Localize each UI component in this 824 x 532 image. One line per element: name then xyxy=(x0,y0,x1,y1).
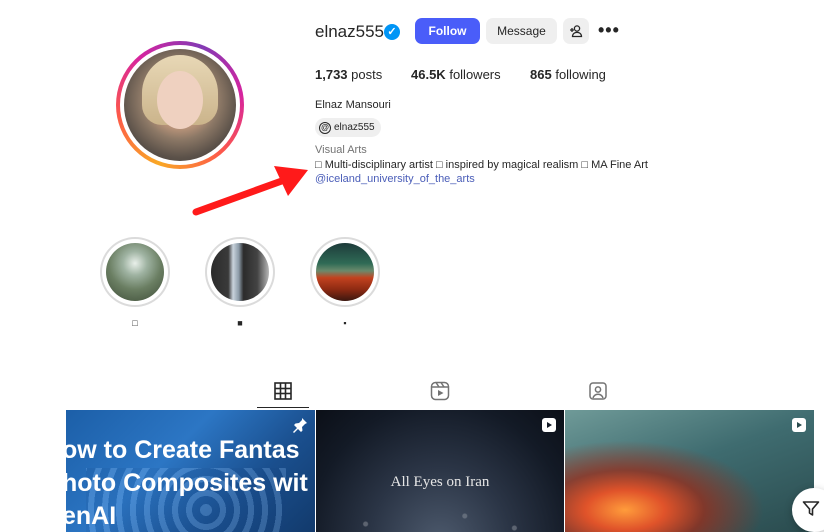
filter-icon xyxy=(802,501,820,516)
following-stat[interactable]: 865 following xyxy=(530,67,606,82)
reels-icon xyxy=(430,381,450,401)
highlight-border xyxy=(207,239,273,305)
avatar-face xyxy=(157,71,203,129)
suggest-users-button[interactable] xyxy=(563,18,589,44)
post-artwork xyxy=(565,440,765,532)
highlight-cover xyxy=(211,243,269,301)
posts-stat: 1,733 posts xyxy=(315,67,382,82)
bio-link[interactable]: @iceland_university_of_the_arts xyxy=(315,173,475,185)
profile-username: elnaz555 xyxy=(315,22,385,41)
profile-category: Visual Arts xyxy=(315,144,367,156)
reel-icon xyxy=(792,418,806,432)
post-artwork xyxy=(316,492,564,532)
story-highlight[interactable] xyxy=(205,237,275,307)
tab-tagged[interactable] xyxy=(586,380,610,402)
active-tab-indicator xyxy=(257,407,309,408)
follow-button[interactable]: Follow xyxy=(415,18,480,44)
followers-label: followers xyxy=(449,67,501,82)
tab-reels[interactable] xyxy=(428,380,452,402)
highlight-cover xyxy=(106,243,164,301)
followers-stat[interactable]: 46.5K followers xyxy=(411,67,501,82)
post-tile[interactable]: ow to Create Fantas hoto Composites wit … xyxy=(66,410,315,532)
tagged-icon xyxy=(589,382,607,400)
threads-handle: elnaz555 xyxy=(334,122,375,133)
post-tile[interactable]: All Eyes on Iran xyxy=(316,410,564,532)
grid-icon xyxy=(274,382,292,400)
post-tile[interactable] xyxy=(565,410,814,532)
following-label: following xyxy=(555,67,606,82)
pin-icon xyxy=(293,418,307,433)
profile-full-name: Elnaz Mansouri xyxy=(315,99,391,111)
posts-count: 1,733 xyxy=(315,67,348,82)
tab-posts[interactable] xyxy=(271,380,295,402)
posts-label: posts xyxy=(351,67,383,82)
post-overlay-text: ow to Create Fantas hoto Composites wit … xyxy=(66,436,308,530)
highlight-cover xyxy=(316,243,374,301)
highlight-label: □ xyxy=(132,318,138,328)
avatar-photo xyxy=(124,49,236,161)
profile-bio: □ Multi-disciplinary artist □ inspired b… xyxy=(315,159,648,171)
profile-avatar[interactable] xyxy=(116,41,244,169)
followers-count: 46.5K xyxy=(411,67,446,82)
highlight-border xyxy=(312,239,378,305)
threads-link[interactable]: @ elnaz555 xyxy=(315,118,381,137)
add-user-icon xyxy=(570,25,583,38)
verified-badge-icon: ✓ xyxy=(384,24,400,40)
annotation-arrow-icon xyxy=(192,166,308,216)
highlight-label: ■ xyxy=(237,318,243,328)
highlight-label: ▪ xyxy=(343,318,347,328)
threads-icon: @ xyxy=(319,121,331,134)
following-count: 865 xyxy=(530,67,552,82)
post-overlay-text: All Eyes on Iran xyxy=(390,474,490,490)
reel-icon xyxy=(542,418,556,432)
avatar-border xyxy=(120,45,240,165)
highlight-border xyxy=(102,239,168,305)
story-highlight[interactable] xyxy=(310,237,380,307)
story-highlight[interactable] xyxy=(100,237,170,307)
more-options-icon[interactable]: ••• xyxy=(598,20,620,41)
message-button[interactable]: Message xyxy=(486,18,557,44)
